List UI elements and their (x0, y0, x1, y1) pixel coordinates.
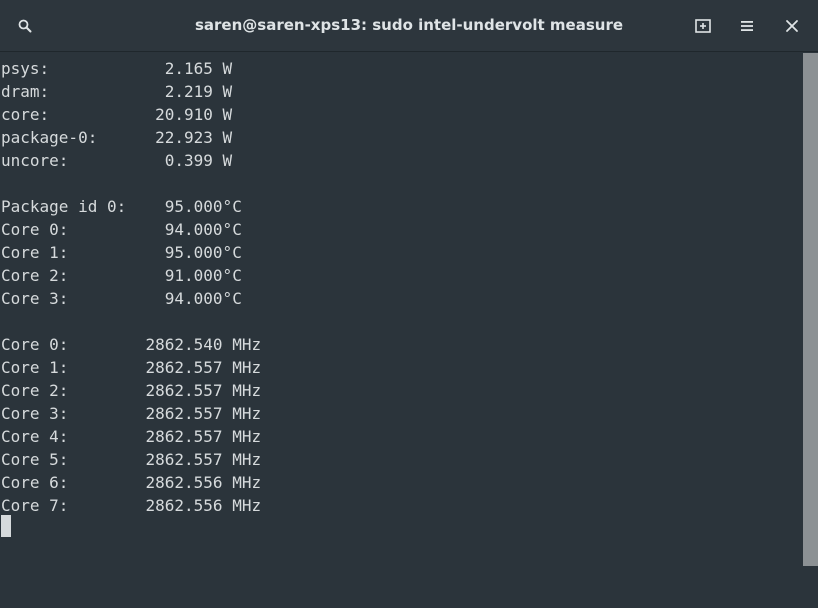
output-line-uncore: uncore: 0.399 W (1, 151, 233, 170)
output-line-core3-freq: Core 3: 2862.557 MHz (1, 404, 262, 423)
output-line-core-power: core: 20.910 W (1, 105, 233, 124)
output-line-core7-freq: Core 7: 2862.556 MHz (1, 496, 262, 515)
scrollbar-thumb[interactable] (803, 53, 818, 566)
close-button[interactable] (778, 12, 806, 40)
output-line-psys: psys: 2.165 W (1, 59, 233, 78)
close-icon (785, 19, 799, 33)
output-line-core0-temp: Core 0: 94.000°C (1, 220, 242, 239)
output-line-dram: dram: 2.219 W (1, 82, 233, 101)
hamburger-menu-icon (740, 20, 754, 32)
output-line-core3-temp: Core 3: 94.000°C (1, 289, 242, 308)
output-line-core1-temp: Core 1: 95.000°C (1, 243, 242, 262)
terminal-output[interactable]: psys: 2.165 W dram: 2.219 W core: 20.910… (0, 53, 803, 608)
output-line-core4-freq: Core 4: 2862.557 MHz (1, 427, 262, 446)
output-line-core5-freq: Core 5: 2862.557 MHz (1, 450, 262, 469)
output-line-core0-freq: Core 0: 2862.540 MHz (1, 335, 262, 354)
new-tab-button[interactable] (689, 12, 717, 40)
output-line-core6-freq: Core 6: 2862.556 MHz (1, 473, 262, 492)
text-cursor (1, 515, 11, 537)
output-line-package: package-0: 22.923 W (1, 128, 233, 147)
title-bar: saren@saren-xps13: sudo intel-undervolt … (0, 0, 818, 52)
terminal-window: saren@saren-xps13: sudo intel-undervolt … (0, 0, 818, 608)
output-line-core2-freq: Core 2: 2862.557 MHz (1, 381, 262, 400)
new-tab-icon (695, 18, 711, 34)
menu-button[interactable] (733, 12, 761, 40)
output-line-core2-temp: Core 2: 91.000°C (1, 266, 242, 285)
output-line-core1-freq: Core 1: 2862.557 MHz (1, 358, 262, 377)
output-line-package-temp: Package id 0: 95.000°C (1, 197, 242, 216)
